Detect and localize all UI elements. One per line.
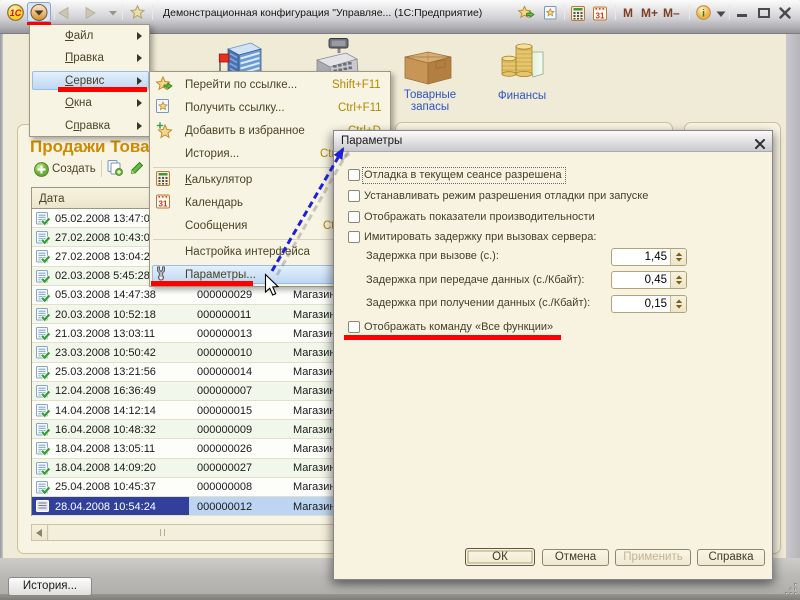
svg-text:1С: 1С: [10, 8, 22, 18]
svg-text:i: i: [702, 9, 705, 20]
svg-text:31: 31: [596, 12, 605, 21]
svg-text:31: 31: [159, 200, 168, 209]
